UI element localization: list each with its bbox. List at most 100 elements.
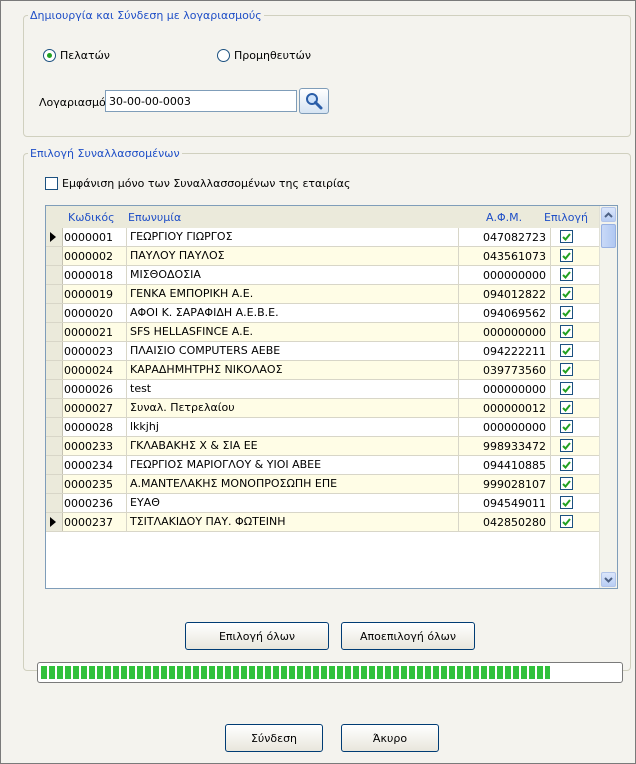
column-divider xyxy=(550,380,551,398)
grid-vertical-scrollbar[interactable] xyxy=(599,206,617,588)
cell-select[interactable] xyxy=(560,401,573,414)
row-indicator[interactable] xyxy=(46,437,63,455)
only-company-checkbox-box[interactable] xyxy=(45,177,58,190)
row-indicator[interactable] xyxy=(46,361,63,379)
cell-select[interactable] xyxy=(560,249,573,262)
select-checkbox[interactable] xyxy=(560,306,573,319)
radio-suppliers[interactable]: Προμηθευτών xyxy=(217,49,311,62)
radio-suppliers-label: Προμηθευτών xyxy=(234,49,311,62)
table-row[interactable]: 0000023 ΠΛΑΙΣΙΟ COMPUTERS ΑΕΒΕ 094222211 xyxy=(46,342,602,361)
table-row[interactable]: 0000024 ΚΑΡΑΔΗΜΗΤΡΗΣ ΝΙΚΟΛΑΟΣ 039773560 xyxy=(46,361,602,380)
cell-select[interactable] xyxy=(560,325,573,338)
row-indicator[interactable] xyxy=(46,475,63,493)
cell-select[interactable] xyxy=(560,496,573,509)
radio-customers-indicator[interactable] xyxy=(43,49,56,62)
row-indicator[interactable] xyxy=(46,456,63,474)
cell-select[interactable] xyxy=(560,382,573,395)
select-checkbox[interactable] xyxy=(560,382,573,395)
cell-name: ΤΣΙΤΛΑΚΙΔΟΥ ΠΑΥ. ΦΩΤΕΙΝΗ xyxy=(126,513,458,531)
row-indicator[interactable] xyxy=(46,342,63,360)
row-indicator[interactable] xyxy=(46,228,63,246)
row-indicator[interactable] xyxy=(46,513,63,531)
table-row[interactable]: 0000027 Συναλ. Πετρελαίου 000000012 xyxy=(46,399,602,418)
select-checkbox[interactable] xyxy=(560,496,573,509)
select-checkbox[interactable] xyxy=(560,249,573,262)
select-all-button[interactable]: Επιλογή όλων xyxy=(185,622,329,650)
row-indicator[interactable] xyxy=(46,304,63,322)
row-indicator[interactable] xyxy=(46,323,63,341)
row-indicator[interactable] xyxy=(46,494,63,512)
partners-grid: Κωδικός Επωνυμία Α.Φ.Μ. Επιλογή 0000001 Γ… xyxy=(45,205,618,589)
table-row[interactable]: 0000001 ΓΕΩΡΓΙΟΥ ΓΙΩΡΓΟΣ 047082723 xyxy=(46,228,602,247)
table-row[interactable]: 0000026 test 000000000 xyxy=(46,380,602,399)
select-checkbox[interactable] xyxy=(560,458,573,471)
partners-group-legend: Επιλογή Συναλλασσομένων xyxy=(30,147,180,160)
deselect-all-button[interactable]: Αποεπιλογή όλων xyxy=(341,622,475,650)
row-indicator[interactable] xyxy=(46,247,63,265)
select-checkbox[interactable] xyxy=(560,230,573,243)
table-row[interactable]: 0000234 ΓΕΩΡΓΙΟΣ ΜΑΡΙΟΓΛΟΥ & ΥΙΟΙ ΑΒΕΕ 094… xyxy=(46,456,602,475)
radio-customers[interactable]: Πελατών xyxy=(43,49,110,62)
account-search-button[interactable] xyxy=(299,88,329,114)
row-indicator[interactable] xyxy=(46,399,63,417)
select-checkbox[interactable] xyxy=(560,325,573,338)
cell-code: 0000002 xyxy=(64,250,113,263)
cancel-button[interactable]: Άκυρο xyxy=(341,724,439,752)
table-row[interactable]: 0000020 ΑΦΟΙ Κ. ΣΑΡΑΦΙΔΗ Α.Ε.Β.Ε. 09406956… xyxy=(46,304,602,323)
select-checkbox[interactable] xyxy=(560,363,573,376)
checkmark-icon xyxy=(562,479,571,488)
account-input[interactable] xyxy=(105,90,297,112)
table-row[interactable]: 0000237 ΤΣΙΤΛΑΚΙΔΟΥ ΠΑΥ. ΦΩΤΕΙΝΗ 042850280 xyxy=(46,513,602,532)
radio-suppliers-indicator[interactable] xyxy=(217,49,230,62)
table-row[interactable]: 0000236 ΕΥΑΘ 094549011 xyxy=(46,494,602,513)
cell-select[interactable] xyxy=(560,344,573,357)
only-company-checkbox[interactable]: Εμφάνιση μόνο των Συναλλασσομένων της ετ… xyxy=(45,177,350,190)
select-checkbox[interactable] xyxy=(560,477,573,490)
scroll-thumb[interactable] xyxy=(601,224,616,248)
table-row[interactable]: 0000235 Α.ΜΑΝΤΕΛΑΚΗΣ ΜΟΝΟΠΡΟΣΩΠΗ ΕΠΕ 99902… xyxy=(46,475,602,494)
select-checkbox[interactable] xyxy=(560,515,573,528)
table-row[interactable]: 0000002 ΠΑΥΛΟΥ ΠΑΥΛΟΣ 043561073 xyxy=(46,247,602,266)
cell-select[interactable] xyxy=(560,268,573,281)
row-indicator[interactable] xyxy=(46,266,63,284)
select-checkbox[interactable] xyxy=(560,439,573,452)
select-checkbox[interactable] xyxy=(560,268,573,281)
table-row[interactable]: 0000233 ΓΚΛΑΒΑΚΗΣ Χ & ΣΙΑ ΕΕ 998933472 xyxy=(46,437,602,456)
cell-select[interactable] xyxy=(560,306,573,319)
cell-select[interactable] xyxy=(560,363,573,376)
cell-select[interactable] xyxy=(560,458,573,471)
table-row[interactable]: 0000019 ΓΕΝΚΑ ΕΜΠΟΡΙΚΗ Α.Ε. 094012822 xyxy=(46,285,602,304)
select-checkbox[interactable] xyxy=(560,344,573,357)
column-divider xyxy=(550,228,551,246)
table-row[interactable]: 0000018 ΜΙΣΘΟΔΟΣΙΑ 000000000 xyxy=(46,266,602,285)
select-checkbox[interactable] xyxy=(560,401,573,414)
cell-code: 0000024 xyxy=(64,364,113,377)
cell-select[interactable] xyxy=(560,420,573,433)
scroll-up-button[interactable] xyxy=(601,207,616,222)
cell-name: ΑΦΟΙ Κ. ΣΑΡΑΦΙΔΗ Α.Ε.Β.Ε. xyxy=(126,304,458,322)
cell-name: ΚΑΡΑΔΗΜΗΤΡΗΣ ΝΙΚΟΛΑΟΣ xyxy=(126,361,458,379)
row-indicator[interactable] xyxy=(46,380,63,398)
table-row[interactable]: 0000028 lkkjhj 000000000 xyxy=(46,418,602,437)
cell-select[interactable] xyxy=(560,477,573,490)
scroll-down-button[interactable] xyxy=(601,572,616,587)
header-select[interactable]: Επιλογή xyxy=(544,211,588,224)
cell-afm: 999028107 xyxy=(483,478,546,491)
row-indicator[interactable] xyxy=(46,285,63,303)
checkmark-icon xyxy=(562,517,571,526)
select-checkbox[interactable] xyxy=(560,287,573,300)
header-name[interactable]: Επωνυμία xyxy=(128,211,181,224)
cell-select[interactable] xyxy=(560,515,573,528)
table-row[interactable]: 0000021 SFS HELLASFINCE A.E. 000000000 xyxy=(46,323,602,342)
header-code[interactable]: Κωδικός xyxy=(68,211,115,224)
row-indicator[interactable] xyxy=(46,418,63,436)
cell-afm: 094069562 xyxy=(483,307,546,320)
cell-code: 0000235 xyxy=(64,478,113,491)
column-divider xyxy=(458,380,459,398)
cell-select[interactable] xyxy=(560,230,573,243)
cell-select[interactable] xyxy=(560,287,573,300)
select-checkbox[interactable] xyxy=(560,420,573,433)
cell-select[interactable] xyxy=(560,439,573,452)
header-afm[interactable]: Α.Φ.Μ. xyxy=(486,211,522,224)
connect-button[interactable]: Σύνδεση xyxy=(225,724,323,752)
